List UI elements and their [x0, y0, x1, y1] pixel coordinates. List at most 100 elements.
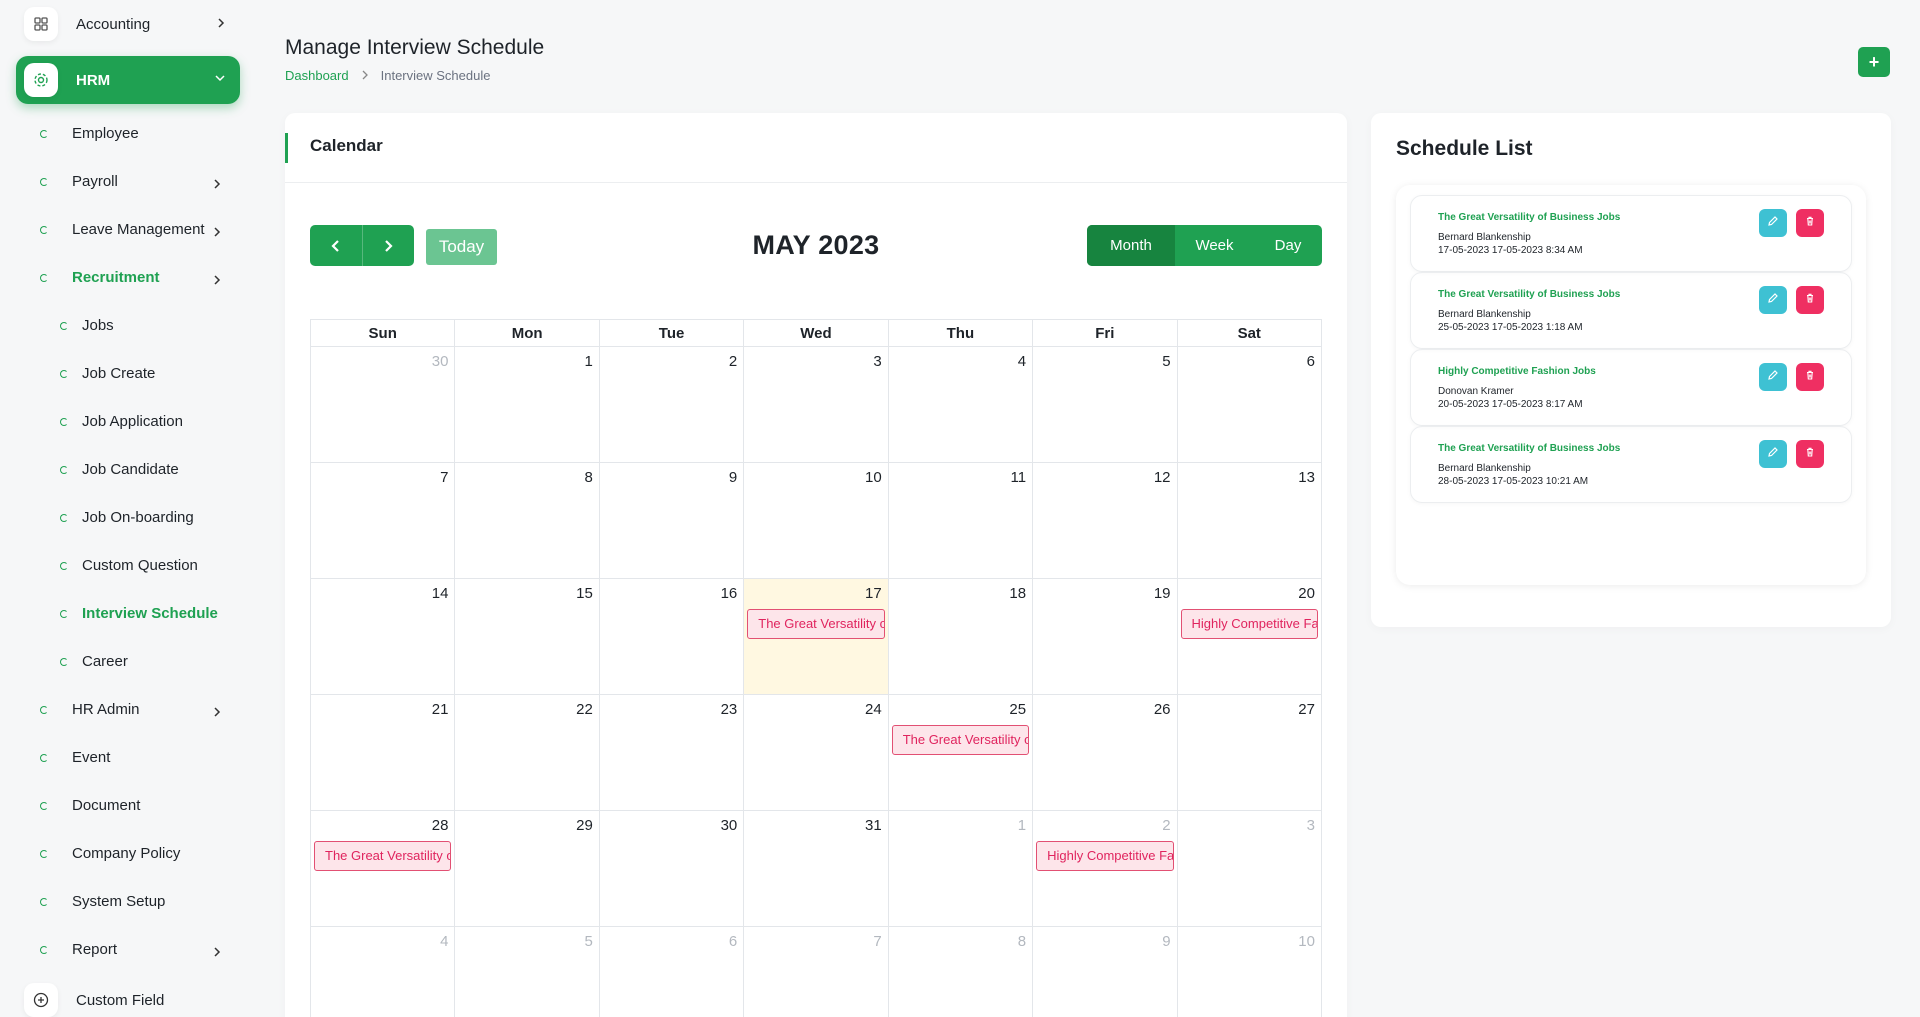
calendar-day-cell[interactable]: 6: [600, 927, 745, 1017]
sidebar-item-system-setup[interactable]: System Setup: [38, 888, 165, 914]
calendar-day-cell[interactable]: 20 Highly Competitive Fashion Jobs: [1177, 579, 1322, 695]
weekday-header: Sat: [1177, 320, 1322, 347]
calendar-day-cell[interactable]: 6: [1177, 347, 1322, 463]
calendar-day-cell[interactable]: 11: [888, 463, 1034, 579]
delete-button[interactable]: [1796, 286, 1824, 314]
sidebar-item-report[interactable]: Report: [38, 936, 117, 962]
calendar-grid: Sun Mon Tue Wed Thu Fri Sat 30 1 2 3 4 5 6 7 8 9 10 11 12 1…: [310, 319, 1322, 1017]
delete-button[interactable]: [1796, 440, 1824, 468]
day-number: 2: [1162, 817, 1171, 834]
day-number: 10: [1298, 933, 1315, 950]
calendar-day-cell[interactable]: 25 The Great Versatility of Business Jobs: [888, 695, 1034, 811]
bullet-icon: [58, 463, 70, 475]
sidebar-item-recruitment[interactable]: Recruitment: [38, 264, 160, 290]
calendar-day-cell[interactable]: 13: [1177, 463, 1322, 579]
calendar-day-cell[interactable]: 14: [311, 579, 456, 695]
sidebar-item-accounting[interactable]: Accounting: [16, 0, 240, 48]
sidebar-subitem-interview-schedule[interactable]: Interview Schedule: [58, 600, 218, 626]
calendar-event[interactable]: The Great Versatility of Business Jobs: [747, 609, 885, 639]
calendar-day-cell[interactable]: 3: [1177, 811, 1322, 927]
calendar-day-cell[interactable]: 8: [889, 927, 1034, 1017]
calendar-day-cell[interactable]: 3: [744, 347, 889, 463]
sidebar-item-label: Accounting: [76, 15, 151, 33]
calendar-event[interactable]: Highly Competitive Fashion Jobs: [1180, 609, 1318, 639]
sidebar-item-hr-admin[interactable]: HR Admin: [38, 696, 140, 722]
calendar-day-cell[interactable]: 5: [1033, 347, 1178, 463]
calendar-day-cell[interactable]: 30: [599, 811, 745, 927]
chevron-right-icon: [361, 68, 369, 83]
calendar-day-cell[interactable]: 27: [1177, 695, 1322, 811]
schedule-dates: 20-05-2023 17-05-2023 8:17 AM: [1438, 399, 1583, 410]
edit-button[interactable]: [1759, 209, 1787, 237]
edit-button[interactable]: [1759, 363, 1787, 391]
sidebar-item-employee[interactable]: Employee: [38, 120, 139, 146]
calendar-day-cell[interactable]: 8: [455, 463, 600, 579]
calendar-day-cell[interactable]: 28 The Great Versatility of Business Jobs: [311, 811, 456, 927]
calendar-day-cell[interactable]: 1: [888, 811, 1034, 927]
edit-button[interactable]: [1759, 440, 1787, 468]
calendar-day-cell[interactable]: 10: [1178, 927, 1322, 1017]
calendar-day-cell[interactable]: 31: [744, 811, 889, 927]
calendar-day-cell[interactable]: 5: [455, 927, 600, 1017]
calendar-day-cell[interactable]: 9: [599, 463, 745, 579]
view-week-button[interactable]: Week: [1175, 225, 1254, 266]
trash-icon: [1804, 445, 1816, 463]
view-month-button[interactable]: Month: [1087, 225, 1175, 266]
sidebar-item-custom-field[interactable]: Custom Field: [16, 976, 240, 1017]
calendar-day-cell[interactable]: 19: [1033, 579, 1178, 695]
sidebar-subitem-jobs[interactable]: Jobs: [58, 312, 114, 338]
sidebar-item-hrm[interactable]: HRM: [16, 56, 240, 104]
calendar-day-cell[interactable]: 23: [599, 695, 745, 811]
day-number: 7: [873, 933, 882, 950]
sidebar-subitem-job-onboarding[interactable]: Job On-boarding: [58, 504, 194, 530]
day-number: 5: [1162, 353, 1171, 370]
calendar-day-cell[interactable]: 22: [455, 695, 600, 811]
sidebar-item-label: HRM: [76, 71, 111, 89]
calendar-day-cell[interactable]: 12: [1033, 463, 1178, 579]
sidebar-subitem-job-candidate[interactable]: Job Candidate: [58, 456, 179, 482]
calendar-day-cell[interactable]: 17 The Great Versatility of Business Jobs: [744, 579, 889, 695]
sidebar-item-event[interactable]: Event: [38, 744, 110, 770]
calendar-day-cell[interactable]: 2: [599, 347, 745, 463]
accent-bar: [285, 133, 288, 163]
day-number: 8: [584, 469, 593, 486]
view-day-button[interactable]: Day: [1254, 225, 1322, 266]
calendar-day-cell[interactable]: 21: [311, 695, 456, 811]
calendar-day-cell[interactable]: 24: [744, 695, 889, 811]
trash-icon: [1804, 291, 1816, 309]
sidebar-subitem-career[interactable]: Career: [58, 648, 128, 674]
calendar-day-cell[interactable]: 18: [888, 579, 1034, 695]
sidebar-subitem-job-create[interactable]: Job Create: [58, 360, 155, 386]
calendar-day-cell[interactable]: 7: [311, 463, 456, 579]
schedule-list-title: Schedule List: [1396, 137, 1533, 160]
schedule-item: The Great Versatility of Business Jobs Be…: [1410, 272, 1852, 349]
edit-button[interactable]: [1759, 286, 1787, 314]
delete-button[interactable]: [1796, 363, 1824, 391]
calendar-event[interactable]: The Great Versatility of Business Jobs: [891, 725, 1030, 755]
calendar-day-cell[interactable]: 30: [311, 347, 456, 463]
calendar-day-cell[interactable]: 15: [455, 579, 600, 695]
calendar-day-cell[interactable]: 1: [455, 347, 600, 463]
calendar-day-cell[interactable]: 29: [455, 811, 600, 927]
sidebar-subitem-job-application[interactable]: Job Application: [58, 408, 183, 434]
calendar-day-cell[interactable]: 26: [1033, 695, 1178, 811]
calendar-day-cell[interactable]: 10: [744, 463, 889, 579]
calendar-day-cell[interactable]: 7: [744, 927, 889, 1017]
delete-button[interactable]: [1796, 209, 1824, 237]
sidebar-item-payroll[interactable]: Payroll: [38, 168, 118, 194]
sidebar-item-document[interactable]: Document: [38, 792, 140, 818]
sidebar-item-label: Event: [72, 748, 111, 766]
calendar-day-cell[interactable]: 16: [599, 579, 745, 695]
calendar-day-cell[interactable]: 4: [311, 927, 456, 1017]
sidebar-item-company-policy[interactable]: Company Policy: [38, 840, 180, 866]
sidebar-item-label: System Setup: [72, 892, 166, 910]
calendar-event[interactable]: The Great Versatility of Business Jobs: [314, 841, 452, 871]
calendar-day-cell[interactable]: 9: [1033, 927, 1178, 1017]
sidebar-subitem-custom-question[interactable]: Custom Question: [58, 552, 198, 578]
calendar-event[interactable]: Highly Competitive Fashion Jobs: [1036, 841, 1174, 871]
sidebar-item-leave-management[interactable]: Leave Management: [38, 216, 205, 242]
breadcrumb-dashboard-link[interactable]: Dashboard: [285, 68, 349, 83]
calendar-day-cell[interactable]: 4: [888, 347, 1034, 463]
add-schedule-button[interactable]: +: [1858, 47, 1890, 77]
calendar-day-cell[interactable]: 2 Highly Competitive Fashion Jobs: [1033, 811, 1178, 927]
